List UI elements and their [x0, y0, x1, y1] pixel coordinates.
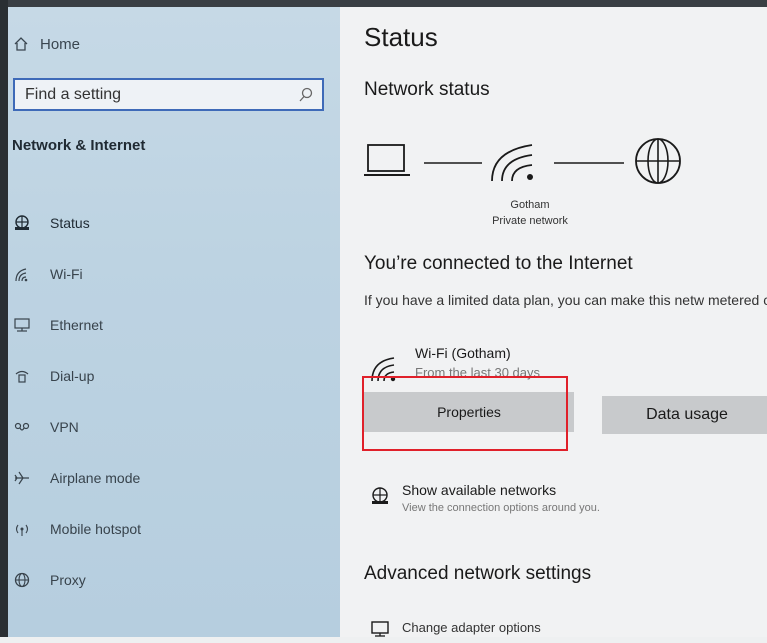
connected-heading: You’re connected to the Internet — [364, 253, 633, 274]
sidebar-item-proxy[interactable]: Proxy — [12, 554, 332, 605]
network-label: Gotham Private network — [440, 197, 620, 229]
network-name: Gotham — [510, 199, 550, 211]
ethernet-icon — [12, 315, 32, 335]
hotspot-icon — [12, 519, 32, 539]
sidebar-item-label: Airplane mode — [50, 469, 141, 486]
network-diagram — [364, 138, 681, 184]
wifi-connection-row: Wi-Fi (Gotham) From the last 30 days — [370, 345, 630, 385]
screen-bezel-top — [0, 0, 767, 7]
connection-description: If you have a limited data plan, you can… — [364, 292, 767, 308]
wifi-icon — [370, 355, 402, 383]
sidebar-item-label: Status — [50, 214, 90, 231]
search-icon[interactable] — [298, 87, 314, 103]
vpn-icon — [12, 417, 32, 437]
screen-bezel-left — [0, 0, 8, 637]
sidebar-item-wifi[interactable]: Wi-Fi — [12, 248, 332, 299]
dialup-icon — [12, 366, 32, 386]
advanced-settings-heading: Advanced network settings — [364, 563, 592, 584]
show-available-networks-link[interactable]: Show available networks View the connect… — [370, 482, 750, 522]
sidebar-item-label: Mobile hotspot — [50, 520, 142, 537]
page-title: Status — [364, 22, 438, 52]
sidebar-item-label: Wi-Fi — [50, 265, 83, 282]
network-type: Private network — [492, 215, 568, 227]
sidebar-item-label: Proxy — [50, 571, 86, 588]
home-label: Home — [40, 35, 81, 53]
globe-status-icon — [370, 486, 390, 506]
wifi-icon — [12, 264, 32, 284]
laptop-icon — [364, 144, 410, 176]
sidebar-item-ethernet[interactable]: Ethernet — [12, 299, 332, 350]
main-panel: Status Network status Gotham Private net… — [340, 7, 767, 637]
show-networks-title: Show available networks — [402, 482, 557, 498]
sidebar-item-label: Ethernet — [50, 316, 103, 333]
search-box[interactable] — [13, 78, 324, 111]
section-title: Network & Internet — [12, 137, 146, 154]
network-status-heading: Network status — [364, 79, 490, 100]
sidebar-item-status[interactable]: Status — [12, 197, 332, 248]
show-networks-subtitle: View the connection options around you. — [402, 502, 600, 514]
wifi-connection-name: Wi-Fi (Gotham) — [415, 345, 511, 361]
nav-list: Status Wi-Fi Ethernet Dial-up VPN Airpla… — [12, 197, 332, 605]
adapter-icon — [370, 620, 390, 638]
change-adapter-label: Change adapter options — [402, 620, 541, 635]
wifi-usage-text: From the last 30 days — [415, 365, 540, 380]
globe-status-icon — [12, 213, 32, 233]
globe-icon — [12, 570, 32, 590]
sidebar-item-dialup[interactable]: Dial-up — [12, 350, 332, 401]
wifi-signal-icon — [491, 144, 533, 182]
sidebar-item-label: Dial-up — [50, 367, 95, 384]
sidebar-item-mobile-hotspot[interactable]: Mobile hotspot — [12, 503, 332, 554]
internet-globe-icon — [635, 138, 681, 184]
airplane-icon — [12, 468, 32, 488]
sidebar: Home Network & Internet Status Wi-Fi Eth… — [8, 7, 340, 637]
sidebar-item-vpn[interactable]: VPN — [12, 401, 332, 452]
search-input[interactable] — [23, 84, 298, 105]
data-usage-button[interactable]: Data usage — [602, 396, 767, 434]
home-icon — [12, 35, 30, 53]
sidebar-item-label: VPN — [50, 418, 79, 435]
home-link[interactable]: Home — [12, 35, 80, 53]
properties-button[interactable]: Properties — [364, 392, 574, 432]
sidebar-item-airplane-mode[interactable]: Airplane mode — [12, 452, 332, 503]
